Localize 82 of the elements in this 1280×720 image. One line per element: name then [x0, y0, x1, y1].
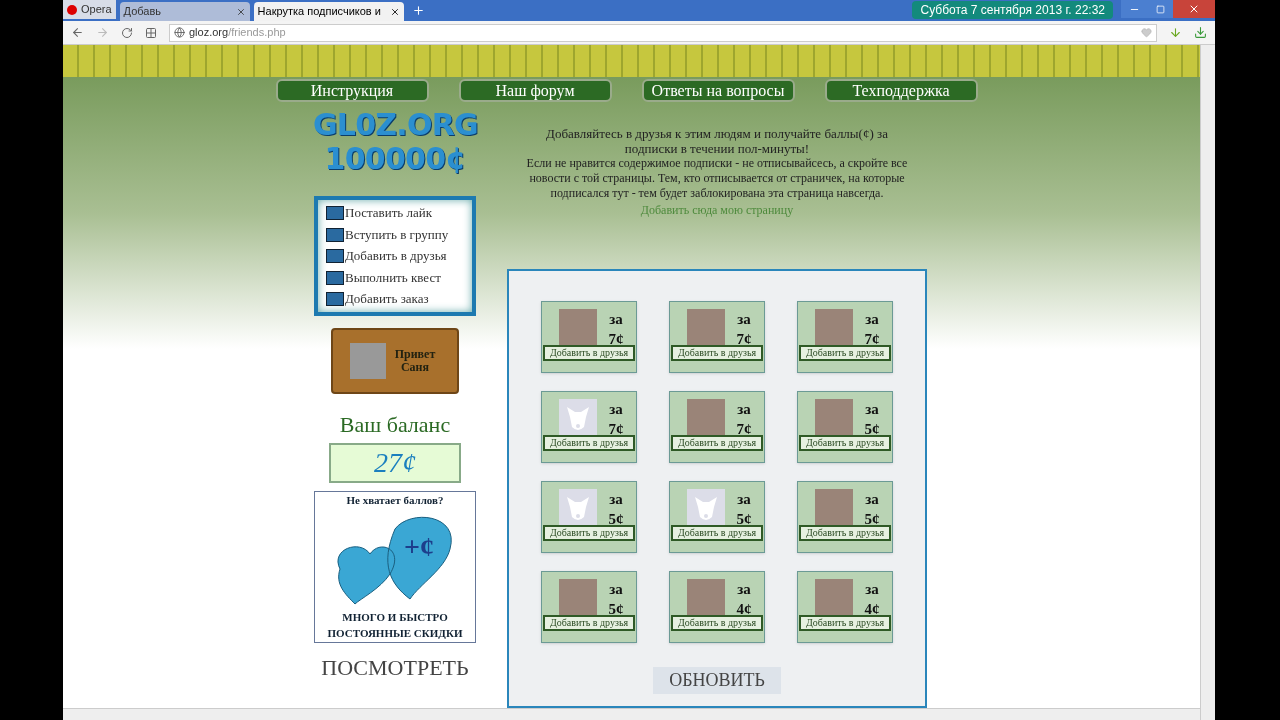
browser-tab[interactable]: Добавь	[119, 2, 250, 21]
address-field[interactable]: gloz.org/friends.php	[169, 23, 1157, 42]
browser-tab[interactable]: Накрутка подписчиков и	[253, 2, 404, 21]
add-friend-button[interactable]: Добавить в друзья	[671, 435, 763, 451]
add-friend-button[interactable]: Добавить в друзья	[543, 525, 635, 541]
intro-text: Добавляйтесь в друзья к этим людям и получайте баллы(¢) за подписки в течении пол-минуты!	[545, 126, 889, 156]
add-friend-button[interactable]: Добавить в друзья	[543, 615, 635, 631]
promo-line: МНОГО И БЫСТРО	[342, 609, 448, 625]
menu-link[interactable]: Поставить лайк	[326, 203, 472, 223]
menu-link[interactable]: Вступить в группу	[326, 224, 472, 245]
back-icon[interactable]	[71, 26, 84, 39]
site-logo: GL0Z.ORG 100000¢	[313, 108, 477, 176]
photo-placeholder	[814, 579, 853, 617]
nav-button[interactable]: Наш форум	[458, 79, 612, 102]
menu-item-icon	[326, 227, 344, 242]
reward-label: за	[609, 490, 623, 509]
menu-link[interactable]: Добавить в друзья	[326, 246, 472, 266]
greeting-text: Привет Саня	[393, 348, 437, 374]
reward-label: за	[609, 400, 623, 419]
add-friend-button[interactable]: Добавить в друзья	[543, 435, 635, 451]
add-friend-button[interactable]: Добавить в друзья	[799, 345, 891, 361]
date-time-display: Суббота 7 сентября 2013 г. 22:32	[912, 1, 1113, 19]
maximize-icon	[1155, 4, 1165, 14]
photo-placeholder	[558, 309, 597, 347]
view-button[interactable]: ПОСМОТРЕТЬ	[321, 651, 469, 684]
globe-icon	[174, 27, 185, 38]
add-friend-button[interactable]: Добавить в друзья	[799, 615, 891, 631]
reward-label: за	[609, 580, 623, 599]
default-avatar-icon	[686, 489, 725, 527]
menu-item-icon	[326, 270, 344, 285]
menu-item-icon	[326, 249, 344, 263]
nav-button[interactable]: Инструкция	[275, 79, 429, 102]
add-friend-button[interactable]: Добавить в друзья	[799, 525, 891, 541]
close-icon[interactable]	[389, 6, 400, 17]
photo-placeholder	[686, 399, 725, 437]
close-icon	[1188, 3, 1200, 15]
photo-placeholder	[558, 579, 597, 617]
photo-placeholder	[350, 343, 386, 379]
reward-label: за	[865, 310, 879, 329]
opera-menu-button[interactable]: Opera	[63, 0, 116, 19]
reload-icon[interactable]	[121, 26, 133, 39]
nav-button[interactable]: Техподдержка	[824, 79, 978, 102]
balance-label: Ваш баланс	[339, 411, 451, 439]
reward-label: за	[737, 580, 751, 599]
add-friend-button[interactable]: Добавить в друзья	[543, 345, 635, 361]
grid-icon[interactable]	[145, 26, 157, 39]
default-avatar-icon	[558, 489, 597, 527]
maximize-button[interactable]	[1147, 0, 1173, 18]
forward-icon[interactable]	[96, 26, 109, 39]
reward-label: за	[737, 400, 751, 419]
promo-title: Не хватает баллов?	[346, 493, 444, 508]
url-text: gloz.org/friends.php	[189, 25, 286, 41]
photo-placeholder	[686, 309, 725, 347]
add-friend-button[interactable]: Добавить в друзья	[671, 345, 763, 361]
default-avatar-icon	[558, 399, 597, 437]
menu-item-icon	[326, 292, 344, 306]
photo-placeholder	[814, 399, 853, 437]
menu-item-icon	[326, 206, 344, 220]
plus-cent-symbol: +¢	[404, 532, 434, 561]
balance-value: 27¢	[329, 443, 461, 483]
reward-label: за	[865, 580, 879, 599]
download-icon[interactable]	[1194, 26, 1207, 39]
refresh-button[interactable]: ОБНОВИТЬ	[653, 667, 781, 694]
photo-placeholder	[686, 579, 725, 617]
promo-line: ПОСТОЯННЫЕ СКИДКИ	[327, 626, 463, 641]
rules-text: Если не нравится содержимое подписки - не отписывайсесь, а скройте все новости с той страницы. Тем, кто отписывается от страничек, на которые подписался тут - тем будет заблокирована эта страница навсегда.	[525, 156, 909, 201]
add-friend-button[interactable]: Добавить в друзья	[799, 435, 891, 451]
reward-label: за	[737, 310, 751, 329]
reward-label: за	[737, 490, 751, 509]
new-tab-icon[interactable]	[411, 4, 425, 17]
download-arrow-icon[interactable]	[1169, 26, 1182, 39]
photo-placeholder	[814, 309, 853, 347]
menu-link[interactable]: Выполнить квест	[326, 267, 472, 288]
photo-placeholder	[814, 489, 853, 527]
add-friend-button[interactable]: Добавить в друзья	[671, 525, 763, 541]
heart-icon[interactable]	[1141, 27, 1152, 38]
reward-label: за	[865, 400, 879, 419]
nav-button[interactable]: Ответы на вопросы	[641, 79, 795, 102]
reward-label: за	[609, 310, 623, 329]
reward-label: за	[865, 490, 879, 509]
add-friend-button[interactable]: Добавить в друзья	[671, 615, 763, 631]
menu-link[interactable]: Добавить заказ	[326, 289, 472, 309]
